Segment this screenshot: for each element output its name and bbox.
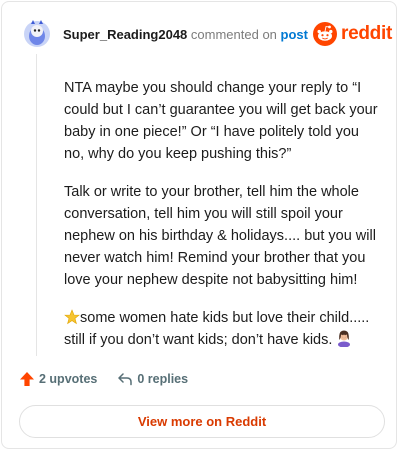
reddit-wordmark: reddit [341,23,392,44]
upvote-arrow-icon [20,372,34,386]
upvote-button[interactable]: 2 upvotes [19,371,97,387]
comment-embed-card: Super_Reading2048 commented on post redd… [1,1,397,449]
comment-paragraph: Talk or write to your brother, tell him … [64,184,376,288]
upvote-count: 2 upvotes [39,372,98,386]
user-avatar-icon[interactable] [23,18,51,48]
star-emoji-icon [64,309,80,325]
comment-paragraph: NTA maybe you should change your reply t… [64,80,378,162]
comment-header: Super_Reading2048 commented on post [63,27,308,43]
commented-on-text: commented on [190,27,277,42]
comment-actions: 2 upvotes 0 replies [19,371,188,387]
replies-count: 0 replies [137,372,189,386]
woman-facepalming-emoji-icon [338,330,351,347]
comment-paragraph-text: some women hate kids but love their chil… [64,310,370,348]
replies-button[interactable]: 0 replies [117,371,188,387]
username-link[interactable]: Super_Reading2048 [63,27,187,42]
view-more-on-reddit-button[interactable]: View more on Reddit [19,405,385,438]
reddit-snoo-icon [313,22,337,46]
comment-body: NTA maybe you should change your reply t… [64,77,382,367]
reply-arrow-icon [118,373,133,386]
reddit-logo[interactable]: reddit [313,22,392,46]
thread-line [36,54,37,356]
post-link[interactable]: post [281,27,308,42]
comment-paragraph: some women hate kids but love their chil… [64,307,382,351]
